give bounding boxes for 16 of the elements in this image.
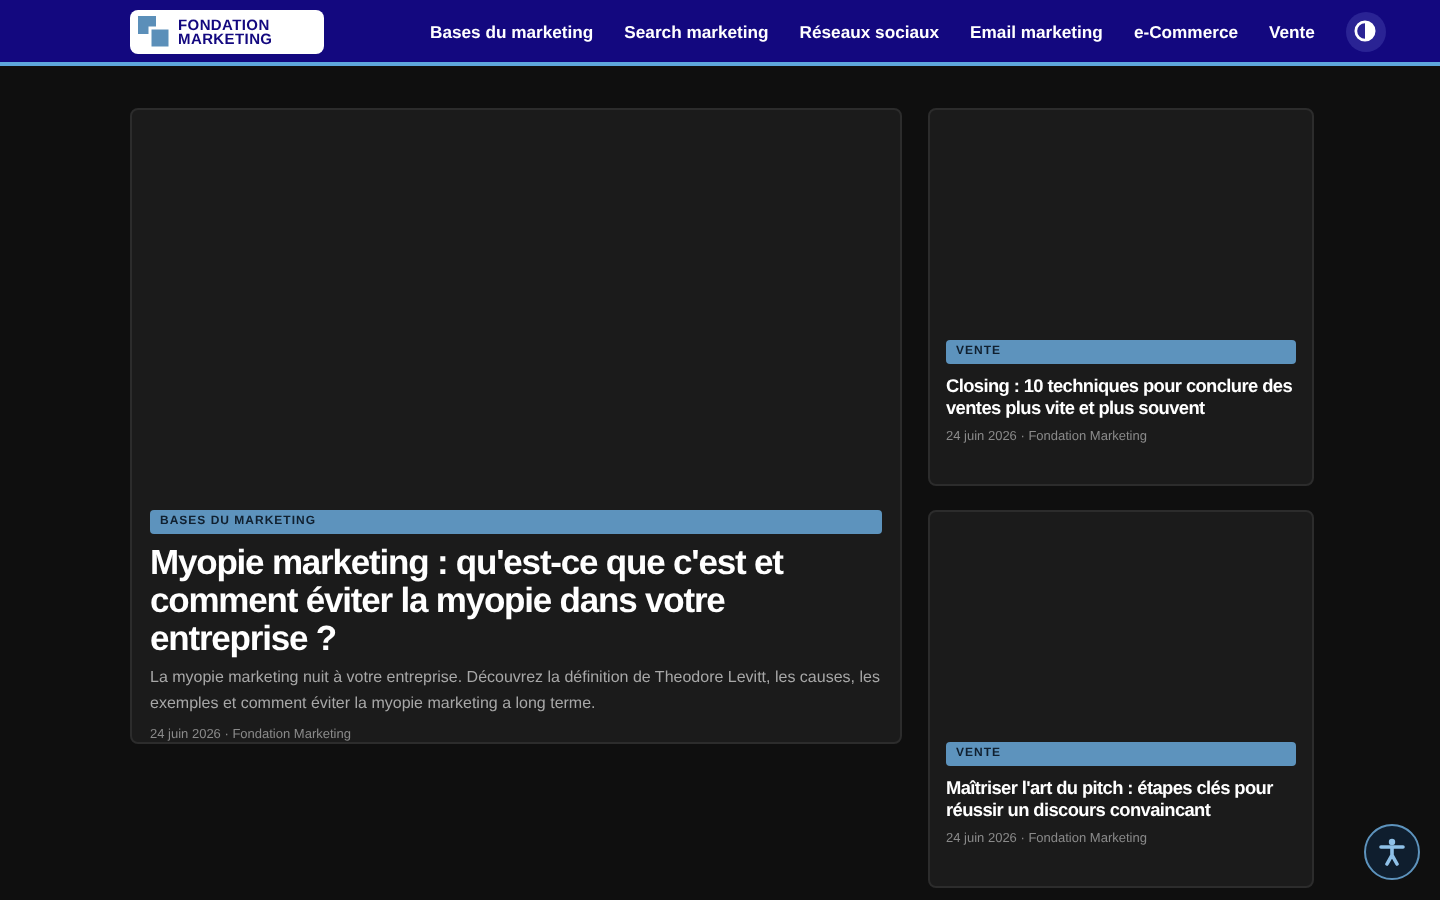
article-title[interactable]: Closing : 10 techniques pour conclure des ventes plus vite et plus souvent: [946, 376, 1296, 418]
nav-link[interactable]: Bases du marketing: [430, 21, 594, 41]
theme-toggle-button[interactable]: [1345, 11, 1386, 51]
nav-link[interactable]: Vente: [1269, 21, 1315, 41]
contrast-icon: [1354, 20, 1377, 42]
nav-link[interactable]: e-Commerce: [1133, 21, 1238, 41]
nav-link[interactable]: Search marketing: [624, 21, 769, 41]
article-card[interactable]: [130, 108, 902, 744]
accessibility-button[interactable]: [1364, 824, 1420, 880]
nav-link[interactable]: Email marketing: [970, 21, 1103, 41]
nav-link[interactable]: Réseaux sociaux: [799, 21, 940, 41]
logo-icon: [138, 15, 170, 47]
accessibility-icon: [1378, 838, 1406, 866]
article-excerpt: La myopie marketing nuit à votre entreprise. Découvrez la définition de Theodore Levitt, les causes, les exemples et comment éviter la myopie marketing a long terme.: [150, 666, 882, 716]
article-title[interactable]: Maîtriser l'art du pitch : étapes clés pour réussir un discours convaincant: [946, 778, 1296, 820]
article-title[interactable]: Myopie marketing : qu'est-ce que c'est et comment éviter la myopie dans votre entreprise ?: [150, 544, 882, 658]
